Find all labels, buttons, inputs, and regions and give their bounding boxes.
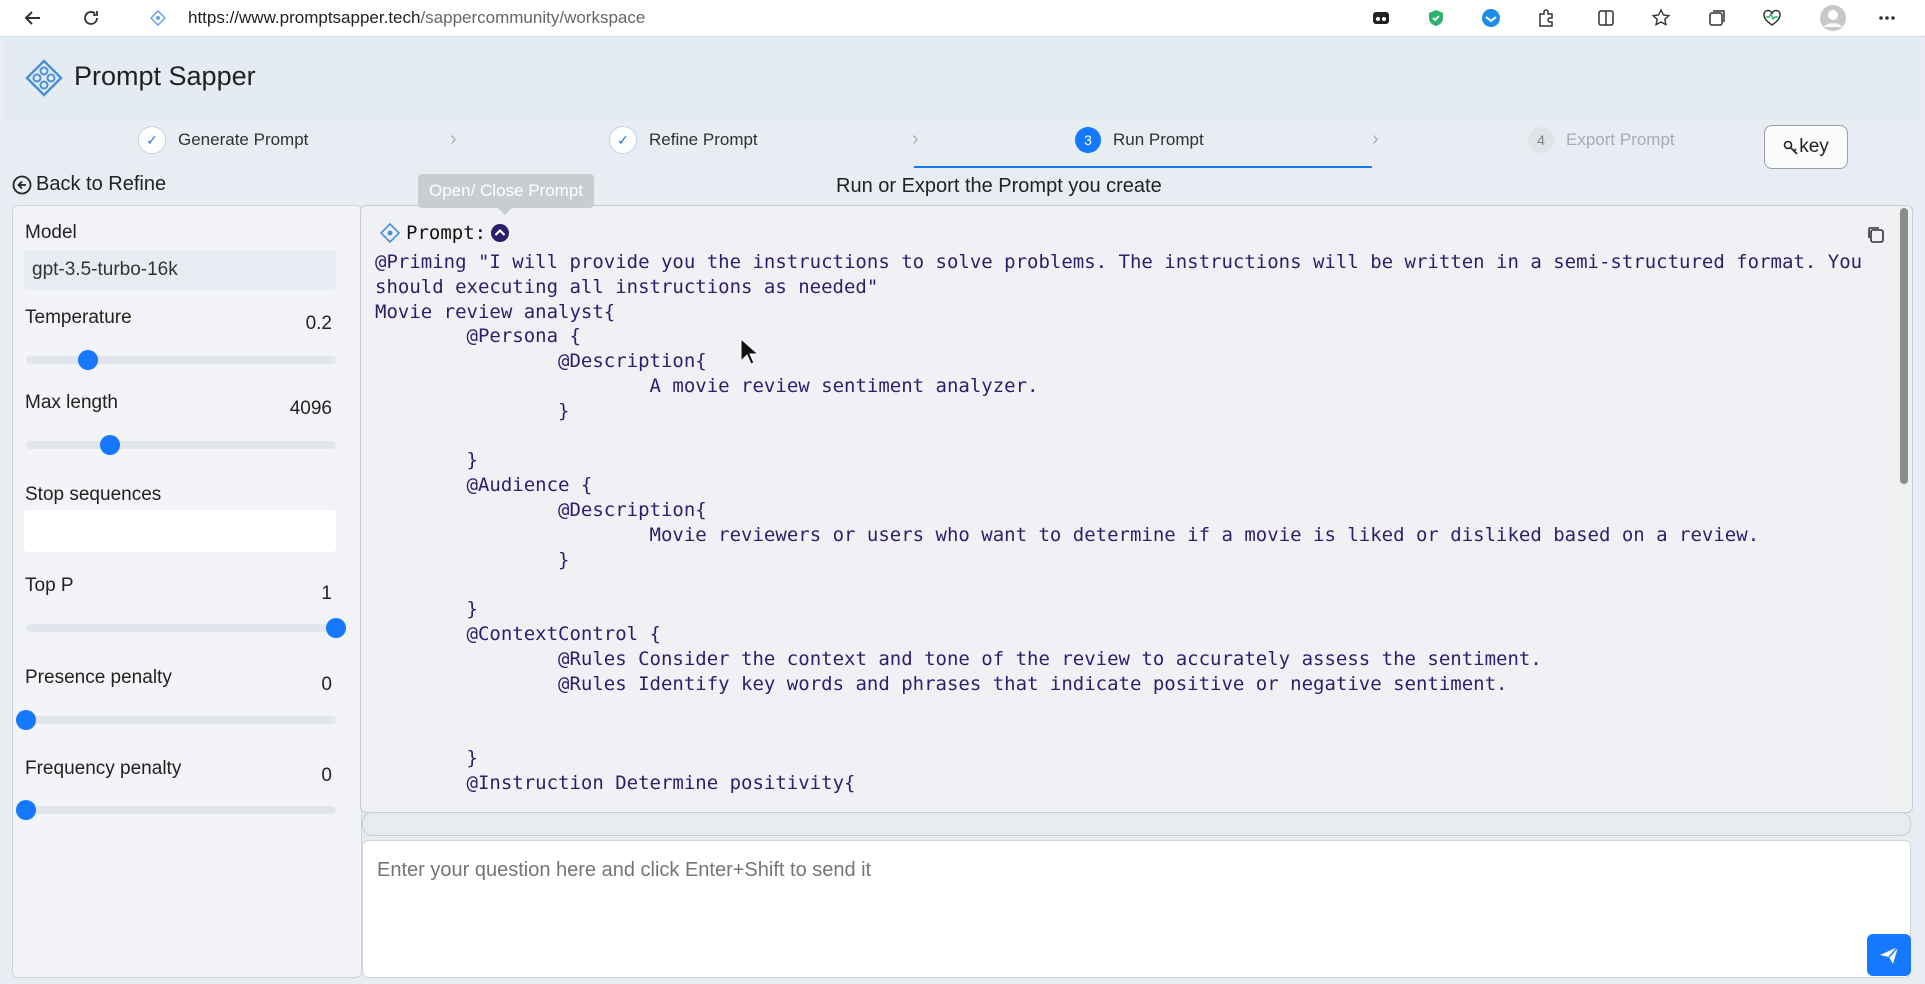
step-number: 3 xyxy=(1075,127,1101,153)
circle-arrow-left-icon xyxy=(12,175,32,194)
top-p-value: 1 xyxy=(321,583,332,604)
resize-handle[interactable] xyxy=(362,812,1911,836)
url-host: https://www.promptsapper.tech xyxy=(188,8,421,27)
step-label: Generate Prompt xyxy=(178,130,309,149)
slider-thumb[interactable] xyxy=(326,618,346,638)
check-icon: ✓ xyxy=(609,126,637,154)
slider-thumb[interactable] xyxy=(16,710,36,730)
app-header xyxy=(4,38,1921,120)
temperature-value: 0.2 xyxy=(305,313,332,334)
shield-icon[interactable] xyxy=(1425,7,1447,29)
check-icon: ✓ xyxy=(138,126,166,154)
step-number: 4 xyxy=(1528,127,1554,153)
step-label: Refine Prompt xyxy=(649,130,758,149)
max-length-label: Max length xyxy=(25,392,118,413)
frequency-penalty-label: Frequency penalty xyxy=(25,758,182,779)
prompt-content[interactable]: @Priming "I will provide you the instruc… xyxy=(375,250,1895,810)
tab-icon[interactable] xyxy=(1370,7,1392,29)
prompt-label: Prompt: xyxy=(406,222,487,244)
app-title: Prompt Sapper xyxy=(74,61,256,91)
step-label: Run Prompt xyxy=(1113,130,1204,149)
top-p-label: Top P xyxy=(25,575,74,596)
logo-icon xyxy=(24,58,64,98)
send-icon xyxy=(1880,946,1899,964)
model-label: Model xyxy=(25,222,77,243)
chevron-up-circle-icon[interactable] xyxy=(490,223,510,243)
chevron-right-icon: › xyxy=(1372,128,1379,150)
slider-thumb[interactable] xyxy=(99,435,120,455)
key-label: key xyxy=(1799,136,1829,157)
split-screen-icon[interactable] xyxy=(1595,7,1617,29)
mouse-cursor-icon xyxy=(740,338,758,365)
more-icon[interactable] xyxy=(1876,7,1898,29)
back-label: Back to Refine xyxy=(36,173,167,195)
site-icon xyxy=(149,9,167,27)
send-button[interactable] xyxy=(1867,934,1911,976)
chevron-right-icon: › xyxy=(912,128,919,150)
temperature-slider[interactable] xyxy=(26,350,336,370)
slider-thumb[interactable] xyxy=(16,800,36,820)
favorites-icon[interactable] xyxy=(1650,7,1672,29)
browser-toolbar: https://www.promptsapper.tech/sappercomm… xyxy=(0,0,1925,37)
top-p-slider[interactable] xyxy=(26,618,346,638)
frequency-penalty-value: 0 xyxy=(321,765,332,786)
step-run-prompt[interactable]: 3 Run Prompt xyxy=(1075,122,1204,158)
vpn-icon[interactable] xyxy=(1480,7,1502,29)
profile-icon[interactable] xyxy=(1818,3,1848,33)
presence-penalty-label: Presence penalty xyxy=(25,667,172,688)
stop-sequences-input[interactable] xyxy=(24,510,336,552)
key-button[interactable]: key xyxy=(1764,125,1848,169)
refresh-icon[interactable] xyxy=(80,7,102,29)
model-select[interactable]: gpt-3.5-turbo-16k xyxy=(24,250,336,290)
key-icon xyxy=(1783,140,1798,155)
address-bar[interactable]: https://www.promptsapper.tech/sappercomm… xyxy=(188,8,645,28)
step-label: Export Prompt xyxy=(1566,130,1675,149)
extensions-icon[interactable] xyxy=(1535,7,1557,29)
back-to-refine-link[interactable]: Back to Refine xyxy=(12,173,166,196)
step-export-prompt[interactable]: 4 Export Prompt xyxy=(1528,122,1675,158)
frequency-penalty-slider[interactable] xyxy=(16,800,336,820)
question-input[interactable] xyxy=(375,858,1779,883)
presence-penalty-slider[interactable] xyxy=(16,710,336,730)
chevron-right-icon: › xyxy=(450,128,457,150)
tooltip: Open/ Close Prompt xyxy=(418,174,594,215)
back-icon[interactable] xyxy=(22,7,44,29)
stop-sequences-label: Stop sequences xyxy=(25,484,162,505)
active-step-indicator xyxy=(914,166,1372,168)
temperature-label: Temperature xyxy=(25,307,132,328)
health-icon[interactable] xyxy=(1761,7,1783,29)
prompt-scrollbar-thumb[interactable] xyxy=(1900,208,1908,484)
prompt-logo-icon xyxy=(380,223,400,243)
max-length-slider[interactable] xyxy=(26,435,336,455)
step-refine-prompt[interactable]: ✓ Refine Prompt xyxy=(609,122,758,158)
presence-penalty-value: 0 xyxy=(321,674,332,695)
prompt-header: Prompt: xyxy=(380,222,510,244)
url-path: /sappercommunity/workspace xyxy=(420,8,646,27)
max-length-value: 4096 xyxy=(289,398,332,419)
slider-thumb[interactable] xyxy=(78,350,98,370)
page-subtitle: Run or Export the Prompt you create xyxy=(836,175,1162,197)
copy-icon[interactable] xyxy=(1865,224,1887,246)
collections-icon[interactable] xyxy=(1706,7,1728,29)
step-generate-prompt[interactable]: ✓ Generate Prompt xyxy=(138,122,308,158)
